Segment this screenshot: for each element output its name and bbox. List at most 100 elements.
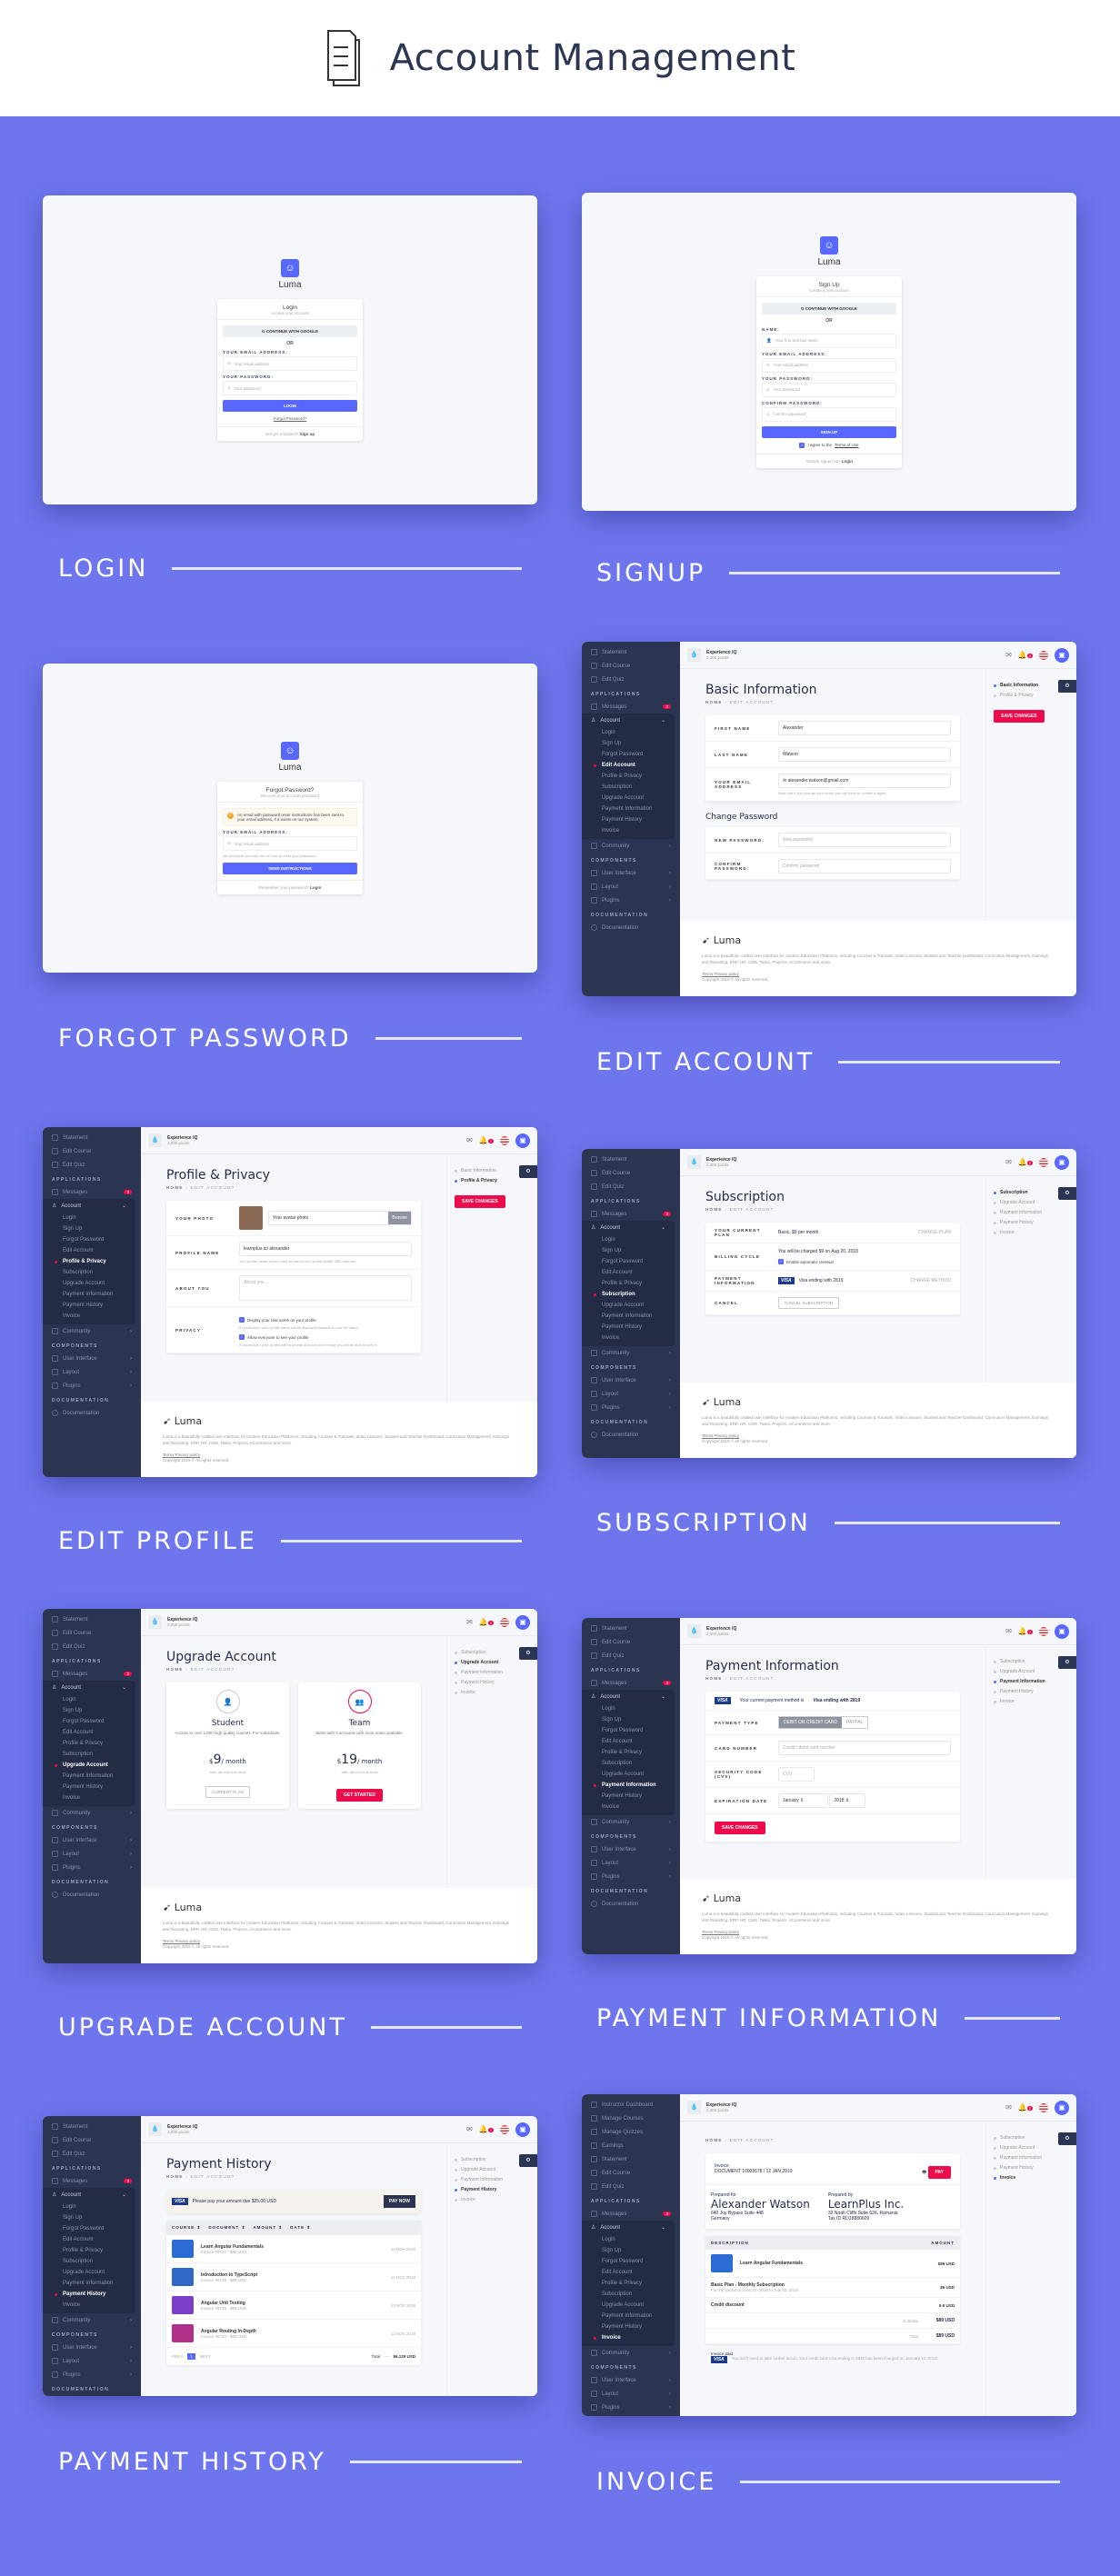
gear-icon[interactable]: ⚙	[1058, 1187, 1076, 1200]
signup-button[interactable]: SIGN UP	[762, 425, 896, 438]
email-input[interactable]: ✉ alexander.watson@gmail.com	[778, 774, 951, 788]
page-nav-item[interactable]: Payment History	[994, 2165, 1069, 2171]
sidebar-subitem[interactable]: Sign Up	[582, 1245, 675, 1256]
sidebar-item[interactable]: Layout ›	[582, 880, 680, 894]
breadcrumb-home[interactable]: HOME	[166, 2174, 184, 2179]
bell-icon[interactable]: 🔔 2	[479, 1618, 494, 1626]
sidebar-subitem[interactable]: Payment Information	[582, 804, 675, 814]
profile-name-input[interactable]: learnplus.io/ alexander	[239, 1242, 412, 1256]
us-flag-icon[interactable]	[1039, 1157, 1048, 1167]
sidebar-item-documentation[interactable]: Documentation	[43, 2395, 141, 2396]
sidebar-subitem[interactable]: Edit Account	[43, 2234, 135, 2245]
sidebar-item-community[interactable]: Community ›	[582, 1815, 680, 1829]
email-input[interactable]: ✉ Your email address	[223, 836, 357, 851]
google-button[interactable]: G CONTINUE WITH GOOGLE	[762, 302, 896, 315]
sidebar-item[interactable]: Statement	[582, 2152, 680, 2166]
sidebar-subitem[interactable]: Profile & Privacy	[582, 2278, 675, 2289]
breadcrumb-home[interactable]: HOME	[705, 700, 723, 704]
sidebar-subitem[interactable]: Invoice	[43, 2300, 135, 2311]
page-button[interactable]: 1	[187, 2353, 195, 2360]
sidebar-item-account[interactable]: ♙ Account ⌄	[43, 1681, 135, 1694]
sidebar-subitem[interactable]: Subscription	[582, 1289, 675, 1300]
sidebar-item[interactable]: User Interface ›	[582, 2373, 680, 2387]
terms-link[interactable]: Terms	[702, 1433, 713, 1438]
sidebar-subitem[interactable]: Profile & Privacy	[582, 1278, 675, 1289]
sidebar-item[interactable]: Statement	[582, 1622, 680, 1635]
sidebar-item[interactable]: Manage Quizzes	[582, 2125, 680, 2139]
sidebar-subitem[interactable]: Upgrade Account	[582, 793, 675, 804]
sidebar-subitem[interactable]: Sign Up	[43, 2212, 135, 2223]
mail-icon[interactable]: ✉	[466, 2125, 473, 2133]
sidebar-item[interactable]: User Interface ›	[43, 2341, 141, 2354]
sidebar-subitem[interactable]: Profile & Privacy	[582, 771, 675, 782]
sidebar-subitem[interactable]: Upgrade Account	[43, 2267, 135, 2278]
sidebar-item[interactable]: Edit Quiz	[43, 1640, 141, 1653]
page-nav-item[interactable]: Payment History	[455, 1680, 530, 1685]
google-button[interactable]: G CONTINUE WITH GOOGLE	[223, 325, 357, 337]
bell-icon[interactable]: 🔔 2	[1018, 1158, 1033, 1166]
sidebar-subitem[interactable]: Upgrade Account	[582, 1300, 675, 1311]
sidebar-item-messages[interactable]: Messages 3	[43, 2174, 141, 2188]
sidebar-item[interactable]: Edit Quiz	[43, 1158, 141, 1172]
breadcrumb-home[interactable]: HOME	[705, 2138, 723, 2142]
sidebar-subitem[interactable]: Payment History	[582, 1322, 675, 1333]
sidebar-item[interactable]: Statement	[43, 2120, 141, 2133]
sidebar-item-documentation[interactable]: Documentation	[582, 921, 680, 934]
sidebar-subitem[interactable]: Edit Account	[582, 2267, 675, 2278]
table-row[interactable]: Angular Unit Testing Invoice #8735 - $89 …	[166, 2291, 421, 2320]
sidebar-subitem[interactable]: Subscription	[43, 1749, 135, 1760]
sidebar-subitem[interactable]: Login	[582, 1703, 675, 1714]
sidebar-item[interactable]: Earnings	[582, 2139, 680, 2152]
sidebar-subitem[interactable]: Sign Up	[582, 1714, 675, 1725]
save-changes-button[interactable]: SAVE CHANGES	[994, 710, 1045, 723]
page-nav-item[interactable]: Profile & Privacy	[455, 1178, 530, 1183]
save-changes-button[interactable]: SAVE CHANGES	[715, 1822, 765, 1834]
sidebar-subitem[interactable]: Login	[43, 2202, 135, 2212]
name-input[interactable]: 👤 Your first and last name	[762, 333, 896, 348]
breadcrumb-home[interactable]: HOME	[705, 1207, 723, 1212]
sidebar-subitem[interactable]: Subscription	[582, 2289, 675, 2300]
sidebar-item[interactable]: Edit Quiz	[582, 673, 680, 686]
page-nav-item[interactable]: Invoice	[455, 2197, 530, 2202]
browse-button[interactable]: Browse	[388, 1212, 411, 1224]
sidebar-item[interactable]: Plugins ›	[43, 1861, 141, 1874]
sidebar-item-documentation[interactable]: Documentation	[43, 1888, 141, 1902]
sidebar-item[interactable]: Edit Quiz	[582, 1180, 680, 1193]
sidebar-subitem[interactable]: Sign Up	[582, 738, 675, 749]
mail-icon[interactable]: ✉	[1005, 651, 1012, 659]
sidebar-subitem[interactable]: Upgrade Account	[43, 1278, 135, 1289]
sidebar-item-documentation[interactable]: Documentation	[43, 1406, 141, 1420]
photo-input[interactable]: Your avatar photo Browse	[268, 1211, 412, 1225]
paypal-toggle[interactable]: PAYPAL	[842, 1717, 867, 1728]
gear-icon[interactable]: ⚙	[519, 2154, 537, 2167]
pay-now-button[interactable]: PAY NOW	[384, 2195, 415, 2208]
mail-icon[interactable]: ✉	[466, 1136, 473, 1144]
last-name-input[interactable]: Watson	[778, 747, 951, 762]
page-nav-item[interactable]: Upgrade Account	[994, 1200, 1069, 1205]
sidebar-subitem[interactable]: Payment History	[582, 1791, 675, 1802]
bell-icon[interactable]: 🔔 2	[1018, 651, 1033, 659]
sidebar-subitem[interactable]: Payment Information	[43, 1771, 135, 1782]
sidebar-subitem[interactable]: Edit Account	[582, 1267, 675, 1278]
sidebar-subitem[interactable]: Payment History	[43, 1300, 135, 1311]
sidebar-subitem[interactable]: Forgot Password	[582, 1725, 675, 1736]
sidebar-item-community[interactable]: Community ›	[582, 839, 680, 853]
sidebar-subitem[interactable]: Subscription	[43, 2256, 135, 2267]
sidebar-subitem[interactable]: Payment Information	[43, 2278, 135, 2289]
get-started-button[interactable]: GET STARTED	[336, 1789, 383, 1802]
sidebar-subitem[interactable]: Payment History	[43, 1782, 135, 1792]
gear-icon[interactable]: ⚙	[1058, 1656, 1076, 1669]
sidebar-item[interactable]: Instructor Dashboard	[582, 2098, 680, 2112]
page-nav-item[interactable]: Profile & Privacy	[994, 693, 1069, 698]
sidebar-item[interactable]: User Interface ›	[43, 1352, 141, 1365]
sidebar-item[interactable]: Plugins ›	[43, 1379, 141, 1393]
sidebar-subitem[interactable]: Upgrade Account	[582, 1769, 675, 1780]
sidebar-item-messages[interactable]: Messages 3	[582, 1676, 680, 1690]
sidebar-item[interactable]: Manage Courses	[582, 2112, 680, 2125]
page-nav-item[interactable]: Invoice	[994, 1699, 1069, 1704]
next-button[interactable]: NEXT	[200, 2354, 211, 2359]
page-nav-item[interactable]: Upgrade Account	[455, 2167, 530, 2172]
sidebar-item[interactable]: Edit Course	[582, 659, 680, 673]
page-nav-item[interactable]: Upgrade Account	[455, 1660, 530, 1665]
sidebar-item[interactable]: User Interface ›	[582, 1373, 680, 1387]
